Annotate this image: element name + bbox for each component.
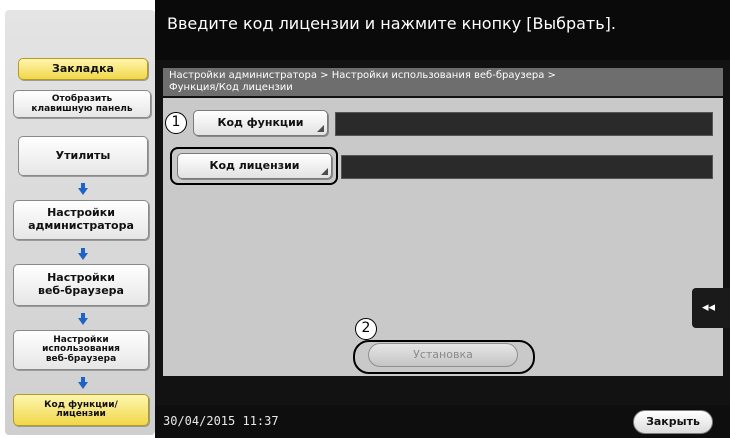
license-code-button[interactable]: Код лицензии <box>177 153 332 179</box>
bottom-bar: 30/04/2015 11:37 Закрыть <box>155 405 730 438</box>
down-arrow-icon <box>78 377 88 389</box>
breadcrumb-line1: Настройки администратора > Настройки исп… <box>169 70 556 81</box>
step-browser-usage-line3: веб-браузера <box>45 353 117 364</box>
down-arrow-icon <box>78 313 88 325</box>
step-browser-settings-button[interactable]: Настройки веб-браузера <box>13 264 149 306</box>
install-button[interactable]: Установка <box>368 343 518 367</box>
license-code-field[interactable] <box>341 155 713 179</box>
collapse-panel-tab[interactable]: ◂◂ <box>692 288 730 328</box>
callout-2: 2 <box>355 318 377 340</box>
step-admin-settings-button[interactable]: Настройки администратора <box>13 200 149 240</box>
breadcrumb: Настройки администратора > Настройки исп… <box>163 68 723 96</box>
step-utilities-button[interactable]: Утилиты <box>18 136 148 176</box>
screen: Закладка Отобразить клавишную панель Ути… <box>0 0 730 438</box>
step-browser-settings-line2: веб-браузера <box>38 284 124 297</box>
callout-1: 1 <box>165 112 187 134</box>
show-keypad-label-line2: клавишную панель <box>31 104 133 114</box>
datetime: 30/04/2015 11:37 <box>163 414 279 428</box>
function-code-field[interactable] <box>335 112 713 136</box>
title-bar: Введите код лицензии и нажмите кнопку [В… <box>155 0 730 60</box>
step-utilities-label: Утилиты <box>55 148 111 162</box>
show-keypad-button[interactable]: Отобразить клавишную панель <box>13 90 151 118</box>
close-button[interactable]: Закрыть <box>633 410 713 434</box>
content-box: 1 Код функции Код лицензии 2 Установка <box>163 98 723 376</box>
step-function-license-line2: лицензии <box>56 409 106 419</box>
down-arrow-icon <box>78 183 88 195</box>
step-browser-usage-settings-button[interactable]: Настройки использования веб-браузера <box>13 330 149 370</box>
step-admin-settings-line2: администратора <box>28 219 134 232</box>
show-keypad-label-line1: Отобразить <box>51 93 113 104</box>
bookmark-label: Закладка <box>52 61 114 75</box>
down-arrow-icon <box>78 248 88 260</box>
double-chevron-left-icon: ◂◂ <box>702 300 716 315</box>
left-panel: Закладка Отобразить клавишную панель Ути… <box>5 10 155 435</box>
step-function-license-code-button[interactable]: Код функции/ лицензии <box>13 394 149 426</box>
page-title: Введите код лицензии и нажмите кнопку [В… <box>167 14 617 33</box>
bookmark-button[interactable]: Закладка <box>18 58 148 80</box>
breadcrumb-line2: Функция/Код лицензии <box>169 82 293 93</box>
function-code-button[interactable]: Код функции <box>193 110 328 136</box>
main-area: Настройки администратора > Настройки исп… <box>155 60 730 405</box>
